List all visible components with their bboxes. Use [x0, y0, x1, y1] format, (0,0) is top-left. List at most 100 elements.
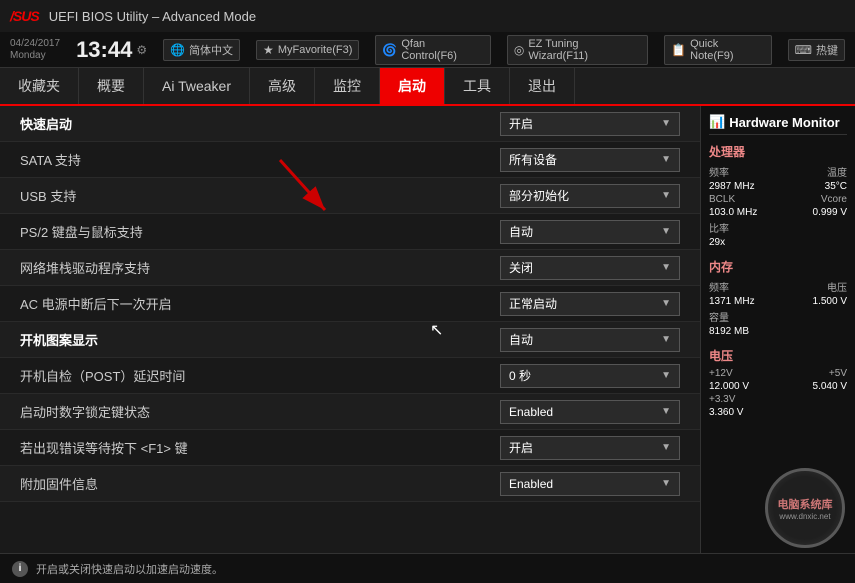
row-label-0: 快速启动: [20, 114, 480, 133]
nav-overview[interactable]: 概要: [79, 68, 144, 104]
nav-advanced[interactable]: 高级: [250, 68, 315, 104]
row-label-3: PS/2 键盘与鼠标支持: [20, 222, 480, 241]
ram-freq-row: 频率 电压: [709, 279, 847, 294]
nav-monitor[interactable]: 监控: [315, 68, 380, 104]
settings-list: 快速启动开启▼SATA 支持所有设备▼USB 支持部分初始化▼PS/2 键盘与鼠…: [0, 106, 700, 502]
dropdown-arrow-icon-4: ▼: [661, 262, 671, 273]
dropdown-5[interactable]: 正常启动▼: [500, 292, 680, 316]
dropdown-0[interactable]: 开启▼: [500, 112, 680, 136]
nav-exit[interactable]: 退出: [510, 68, 575, 104]
row-value-container-0: 开启▼: [480, 112, 680, 136]
eztuning-button[interactable]: ◎ EZ Tuning Wizard(F11): [507, 35, 648, 65]
ratio-label: 比率: [709, 220, 729, 235]
settings-row-7: 开机自检（POST）延迟时间 0 秒▼: [0, 358, 700, 394]
row-value-container-10: Enabled▼: [480, 472, 680, 496]
cpu-freq-row: 频率 温度: [709, 164, 847, 179]
v33-value: 3.360 V: [709, 407, 743, 418]
settings-row-3: PS/2 键盘与鼠标支持 自动▼: [0, 214, 700, 250]
dropdown-value-7: 0 秒: [509, 367, 531, 384]
info-icon: i: [12, 561, 28, 577]
dropdown-7[interactable]: 0 秒▼: [500, 364, 680, 388]
ram-freq-val-row: 1371 MHz 1.500 V: [709, 296, 847, 307]
cpu-freq-value: 2987 MHz: [709, 181, 755, 192]
settings-row-6: 开机图案显示 自动▼: [0, 322, 700, 358]
bclk-row: BCLK Vcore: [709, 194, 847, 205]
settings-row-1: SATA 支持所有设备▼: [0, 142, 700, 178]
title-text: UEFI BIOS Utility – Advanced Mode: [49, 9, 256, 24]
nav-aitweaker[interactable]: Ai Tweaker: [144, 68, 250, 104]
hotkey-button[interactable]: ⌨ 热键: [788, 39, 845, 61]
dropdown-value-5: 正常启动: [509, 295, 557, 312]
datetime-block: 04/24/2017 Monday: [10, 38, 60, 62]
dropdown-value-10: Enabled: [509, 477, 553, 491]
voltage-section: 电压 +12V +5V 12.000 V 5.040 V +3.3V 3.360…: [709, 347, 847, 418]
row-value-container-3: 自动▼: [480, 220, 680, 244]
settings-row-4: 网络堆栈驱动程序支持关闭▼: [0, 250, 700, 286]
vcore-label: Vcore: [821, 194, 847, 205]
dropdown-arrow-icon-0: ▼: [661, 118, 671, 129]
v33-label: +3.3V: [709, 394, 735, 405]
qfan-label: Qfan Control(F6): [401, 38, 484, 62]
ram-freq-value: 1371 MHz: [709, 296, 755, 307]
quicknote-button[interactable]: 📋 Quick Note(F9): [664, 35, 772, 65]
dropdown-arrow-icon-8: ▼: [661, 406, 671, 417]
v33-val-row: 3.360 V: [709, 407, 847, 418]
cpu-freq-val-row: 2987 MHz 35°C: [709, 181, 847, 192]
row-value-container-8: Enabled ▼: [480, 400, 680, 424]
row-value-container-9: 开启▼: [480, 436, 680, 460]
eztuning-label: EZ Tuning Wizard(F11): [528, 38, 641, 62]
ratio-value: 29x: [709, 237, 725, 248]
v33-row: +3.3V: [709, 394, 847, 405]
bottom-bar: i 开启或关闭快速启动以加速启动速度。: [0, 553, 855, 583]
asus-logo: /SUS: [10, 8, 39, 24]
target-icon: ◎: [514, 43, 524, 57]
dropdown-9[interactable]: 开启▼: [500, 436, 680, 460]
keyboard-icon: ⌨: [795, 43, 812, 57]
dropdown-3[interactable]: 自动▼: [500, 220, 680, 244]
v12-row: +12V +5V: [709, 368, 847, 379]
dropdown-2[interactable]: 部分初始化▼: [500, 184, 680, 208]
lang-button[interactable]: 🌐 简体中文: [163, 39, 240, 61]
myfav-label: MyFavorite(F3): [278, 44, 353, 56]
v5-value: 5.040 V: [813, 381, 847, 392]
quicknote-label: Quick Note(F9): [690, 38, 765, 62]
dropdown-value-8: Enabled: [509, 405, 553, 419]
dropdown-10[interactable]: Enabled▼: [500, 472, 680, 496]
settings-gear-icon[interactable]: ⚙: [136, 43, 147, 57]
row-label-6: 开机图案显示: [20, 330, 480, 349]
settings-row-8: 启动时数字锁定键状态 Enabled ▼: [0, 394, 700, 430]
dropdown-1[interactable]: 所有设备▼: [500, 148, 680, 172]
vcore-value: 0.999 V: [813, 207, 847, 218]
note-icon: 📋: [671, 43, 686, 57]
settings-row-2: USB 支持部分初始化▼: [0, 178, 700, 214]
qfan-button[interactable]: 🌀 Qfan Control(F6): [375, 35, 490, 65]
hotkey-label: 热键: [816, 42, 838, 58]
watermark: 电脑系统库 www.dnxic.net: [765, 468, 845, 548]
row-label-7: 开机自检（POST）延迟时间: [20, 366, 480, 385]
nav-collect[interactable]: 收藏夹: [0, 68, 79, 104]
dropdown-4[interactable]: 关闭▼: [500, 256, 680, 280]
row-value-container-5: 正常启动▼: [480, 292, 680, 316]
globe-icon: 🌐: [170, 43, 185, 57]
lang-label: 简体中文: [189, 42, 233, 58]
dropdown-value-2: 部分初始化: [509, 187, 569, 204]
bottom-text: 开启或关闭快速启动以加速启动速度。: [36, 561, 223, 577]
nav-boot[interactable]: 启动: [380, 68, 445, 104]
dropdown-arrow-icon-9: ▼: [661, 442, 671, 453]
settings-row-0: 快速启动 开启▼: [0, 106, 700, 142]
main-layout: 快速启动开启▼SATA 支持所有设备▼USB 支持部分初始化▼PS/2 键盘与鼠…: [0, 106, 855, 553]
row-label-9: 若出现错误等待按下 <F1> 键: [20, 438, 480, 457]
row-label-8: 启动时数字锁定键状态: [20, 402, 480, 421]
ratio-val-row: 29x: [709, 237, 847, 248]
title-bar: /SUS UEFI BIOS Utility – Advanced Mode: [0, 0, 855, 32]
row-value-container-1: 所有设备▼: [480, 148, 680, 172]
row-value-container-2: 部分初始化▼: [480, 184, 680, 208]
dropdown-6[interactable]: 自动▼: [500, 328, 680, 352]
myfavorite-button[interactable]: ★ MyFavorite(F3): [256, 40, 359, 60]
nav-tools[interactable]: 工具: [445, 68, 510, 104]
ram-section-title: 内存: [709, 258, 847, 275]
ram-volt-value: 1.500 V: [813, 296, 847, 307]
settings-row-10: 附加固件信息Enabled▼: [0, 466, 700, 502]
dropdown-8[interactable]: Enabled ▼: [500, 400, 680, 424]
ram-freq-label: 频率: [709, 279, 729, 294]
